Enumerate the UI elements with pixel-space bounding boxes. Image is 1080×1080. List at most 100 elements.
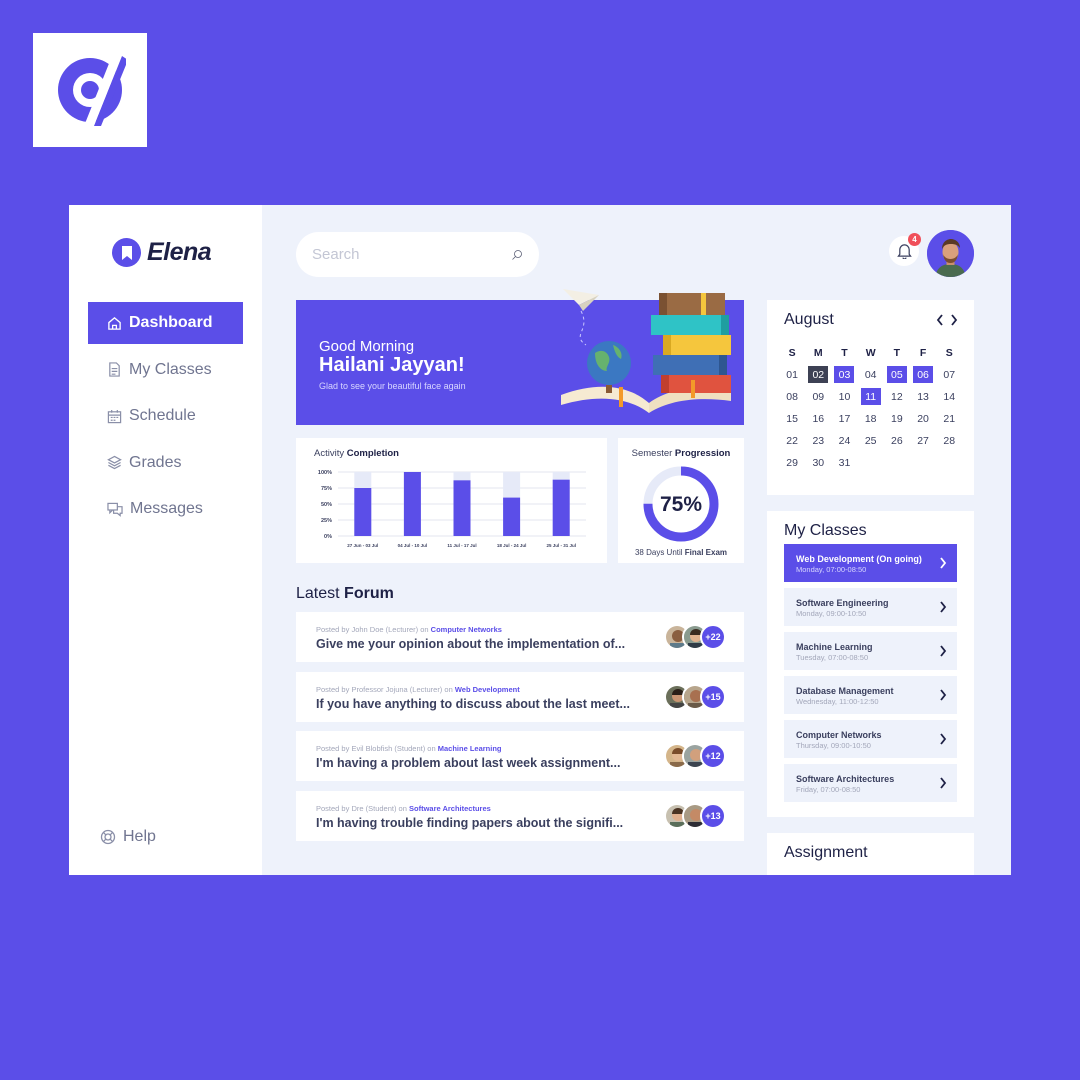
class-item[interactable]: Web Development (On going) Monday, 07:00-… xyxy=(784,544,957,582)
forum-post-text: I'm having a problem about last week ass… xyxy=(316,756,621,770)
calendar-weekday: F xyxy=(919,346,927,359)
calendar-widget: August S M T W T F S 01 02 03 04 05 06 07 08 09 10 11 12 13… xyxy=(767,300,974,495)
calendar-day[interactable]: 26 xyxy=(884,432,910,449)
class-item[interactable]: Machine Learning Tuesday, 07:00-08:50 xyxy=(784,632,957,670)
sidebar-item-label: My Classes xyxy=(129,360,212,378)
forum-post-text: If you have anything to discuss about th… xyxy=(316,697,630,711)
calendar-day[interactable]: 31 xyxy=(831,454,857,471)
calendar-icon xyxy=(107,409,122,423)
calendar-day[interactable]: 27 xyxy=(910,432,936,449)
calendar-day[interactable]: 13 xyxy=(910,388,936,405)
app-window: Elena Dashboard My Classes Schedule Grad… xyxy=(69,205,1011,875)
calendar-day[interactable]: 19 xyxy=(884,410,910,427)
calendar-day[interactable]: 28 xyxy=(936,432,962,449)
sidebar-item-my-classes[interactable]: My Classes xyxy=(88,349,243,391)
bar xyxy=(552,479,570,536)
class-item[interactable]: Software Engineering Monday, 09:00-10:50 xyxy=(784,588,957,626)
calendar-weekday: M xyxy=(813,346,823,359)
search-input[interactable] xyxy=(312,246,511,263)
welcome-banner: Good Morning Hailani Jayyan! Glad to see… xyxy=(296,289,744,425)
calendar-day[interactable]: 03 xyxy=(831,366,857,383)
calendar-day[interactable]: 15 xyxy=(779,410,805,427)
class-time: Monday, 07:00-08:50 xyxy=(796,565,867,574)
calendar-day[interactable]: 16 xyxy=(805,410,831,427)
layers-icon xyxy=(107,455,122,470)
books-illustration xyxy=(561,289,731,413)
forum-post-meta: Posted by Dre (Student) on Software Arch… xyxy=(316,804,491,813)
bar xyxy=(354,488,372,536)
participant-count: +13 xyxy=(700,803,726,829)
participant-avatars[interactable]: +15 xyxy=(664,684,726,710)
calendar-day[interactable]: 12 xyxy=(884,388,910,405)
calendar-day[interactable]: 30 xyxy=(805,454,831,471)
notification-button[interactable]: 4 xyxy=(889,233,921,266)
x-tick-label: 25 Jul - 31 Jul xyxy=(546,543,576,548)
calendar-day[interactable]: 06 xyxy=(910,366,936,383)
chevron-right-icon xyxy=(940,777,947,789)
sidebar-item-schedule[interactable]: Schedule xyxy=(88,395,243,437)
brand-mark-icon xyxy=(58,56,126,126)
class-item[interactable]: Database Management Wednesday, 11:00-12:5… xyxy=(784,676,957,714)
participant-count: +15 xyxy=(700,684,726,710)
user-avatar[interactable] xyxy=(927,230,974,277)
calendar-day[interactable]: 22 xyxy=(779,432,805,449)
chevron-right-icon[interactable] xyxy=(950,314,958,326)
help-link[interactable]: Help xyxy=(100,828,156,846)
assignment-title: Assignment xyxy=(784,844,868,861)
class-name: Machine Learning xyxy=(796,642,873,652)
x-tick-label: 18 Jul - 24 Jul xyxy=(497,543,527,548)
forum-post[interactable]: Posted by Evil Blobfish (Student) on Mac… xyxy=(296,731,744,781)
forum-post-course: Computer Networks xyxy=(430,625,502,634)
calendar-day[interactable]: 11 xyxy=(858,388,884,405)
participant-avatars[interactable]: +22 xyxy=(664,624,726,650)
class-time: Tuesday, 07:00-08:50 xyxy=(796,653,869,662)
calendar-day[interactable]: 09 xyxy=(805,388,831,405)
semester-percent: 75% xyxy=(659,493,703,516)
sidebar-item-label: Dashboard xyxy=(129,314,213,331)
activity-completion-card: Activity Completion 100% 75% 50% 25% 0% 27 Ju… xyxy=(296,438,607,563)
forum-post[interactable]: Posted by John Doe (Lecturer) on Compute… xyxy=(296,612,744,662)
calendar-day[interactable]: 25 xyxy=(858,432,884,449)
calendar-day[interactable]: 07 xyxy=(936,366,962,383)
class-item[interactable]: Software Architectures Friday, 07:00-08:5… xyxy=(784,764,957,802)
calendar-day[interactable]: 29 xyxy=(779,454,805,471)
calendar-weekday: W xyxy=(865,346,876,359)
y-tick-label: 50% xyxy=(321,502,332,508)
chevron-right-icon xyxy=(940,601,947,613)
calendar-weekday: T xyxy=(893,346,901,359)
participant-avatars[interactable]: +12 xyxy=(664,743,726,769)
chevron-right-icon xyxy=(940,733,947,745)
calendar-day[interactable]: 04 xyxy=(858,366,884,383)
calendar-day[interactable]: 20 xyxy=(910,410,936,427)
sidebar-nav: Dashboard My Classes Schedule Grades Mes… xyxy=(88,302,243,535)
class-item[interactable]: Computer Networks Thursday, 09:00-10:50 xyxy=(784,720,957,758)
calendar-day[interactable]: 23 xyxy=(805,432,831,449)
calendar-day[interactable]: 21 xyxy=(936,410,962,427)
chevron-left-icon[interactable] xyxy=(936,314,944,326)
bell-icon xyxy=(896,244,912,259)
sidebar-item-label: Schedule xyxy=(129,407,196,424)
search-bar xyxy=(296,232,539,277)
sidebar-item-grades[interactable]: Grades xyxy=(88,442,243,484)
search-icon[interactable] xyxy=(511,243,523,267)
sidebar-item-messages[interactable]: Messages xyxy=(88,488,243,530)
forum-post[interactable]: Posted by Professor Jojuna (Lecturer) on… xyxy=(296,672,744,722)
lifebuoy-icon xyxy=(100,829,116,845)
calendar-day[interactable]: 01 xyxy=(779,366,805,383)
participant-avatars[interactable]: +13 xyxy=(664,803,726,829)
user-name: Hailani Jayyan! xyxy=(319,354,465,376)
forum-post-meta: Posted by Evil Blobfish (Student) on Mac… xyxy=(316,744,502,753)
calendar-month: August xyxy=(784,311,834,328)
calendar-day[interactable]: 18 xyxy=(858,410,884,427)
calendar-day[interactable]: 17 xyxy=(831,410,857,427)
calendar-day[interactable]: 05 xyxy=(884,366,910,383)
calendar-day[interactable]: 24 xyxy=(831,432,857,449)
app-logo[interactable]: Elena xyxy=(112,238,212,267)
sidebar-item-dashboard[interactable]: Dashboard xyxy=(88,302,243,344)
calendar-day[interactable]: 14 xyxy=(936,388,962,405)
calendar-weekday: S xyxy=(945,346,953,359)
calendar-day[interactable]: 08 xyxy=(779,388,805,405)
forum-post[interactable]: Posted by Dre (Student) on Software Arch… xyxy=(296,791,744,841)
calendar-day[interactable]: 02 xyxy=(805,366,831,383)
calendar-day[interactable]: 10 xyxy=(831,388,857,405)
